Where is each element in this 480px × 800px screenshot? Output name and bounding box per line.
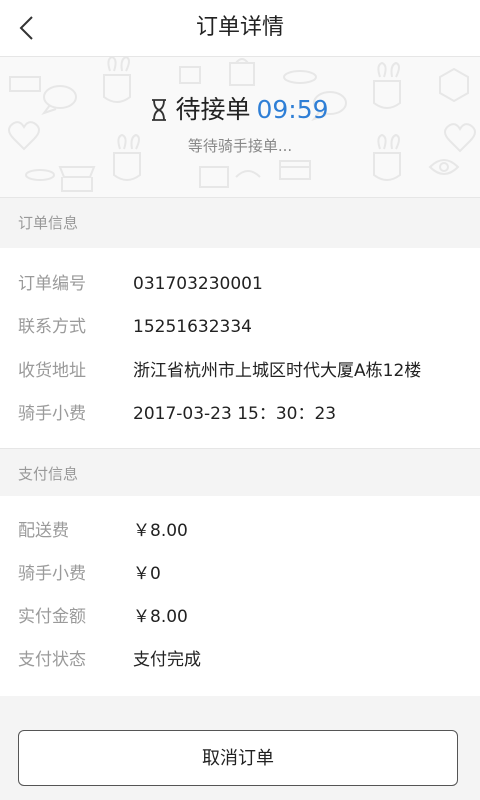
row-label: 骑手小费	[18, 564, 86, 584]
payment-status-row: 支付状态 支付完成	[0, 640, 480, 680]
nav-bar: 订单详情	[0, 0, 480, 57]
footer-actions: 取消订单	[0, 696, 480, 800]
rider-tip-time-row: 骑手小费 2017-03-23 15：30：23	[0, 394, 480, 434]
order-status: 待接单 09:59	[0, 91, 480, 127]
rider-tip-row: 骑手小费 ￥0	[0, 554, 480, 594]
row-value: ￥8.00	[133, 607, 188, 627]
delivery-fee-row: 配送费 ￥8.00	[0, 511, 480, 551]
status-subtitle: 等待骑手接单...	[187, 137, 293, 155]
countdown-timer: 09:59	[256, 95, 329, 124]
row-label: 订单编号	[18, 274, 86, 294]
order-number-row: 订单编号 031703230001	[0, 264, 480, 304]
page-title: 订单详情	[195, 15, 284, 40]
contact-row: 联系方式 15251632334	[0, 307, 480, 347]
order-info-header: 订单信息	[0, 197, 480, 249]
cancel-order-button[interactable]: 取消订单	[18, 730, 458, 786]
order-info-panel: 订单编号 031703230001 联系方式 15251632334 收货地址 …	[0, 248, 480, 448]
row-value: 2017-03-23 15：30：23	[133, 404, 337, 424]
row-label: 骑手小费	[18, 404, 86, 424]
section-title: 订单信息	[18, 214, 79, 232]
status-banner: 待接单 09:59 等待骑手接单...	[0, 57, 480, 197]
row-value: 浙江省杭州市上城区时代大厦A栋12楼	[133, 361, 422, 381]
row-value: ￥0	[133, 564, 161, 584]
row-label: 联系方式	[18, 317, 86, 337]
row-value: 031703230001	[133, 274, 263, 294]
hourglass-icon	[152, 99, 167, 121]
payment-info-panel: 配送费 ￥8.00 骑手小费 ￥0 实付金额 ￥8.00 支付状态 支付完成	[0, 496, 480, 696]
row-value: 15251632334	[133, 317, 252, 337]
row-value: 支付完成	[133, 650, 201, 670]
row-label: 支付状态	[18, 650, 86, 670]
row-label: 实付金额	[18, 607, 86, 627]
row-value: ￥8.00	[133, 521, 188, 541]
section-title: 支付信息	[18, 465, 79, 483]
row-label: 收货地址	[18, 361, 86, 381]
address-row: 收货地址 浙江省杭州市上城区时代大厦A栋12楼	[0, 351, 480, 391]
payment-info-header: 支付信息	[0, 448, 480, 500]
row-label: 配送费	[18, 521, 69, 541]
amount-paid-row: 实付金额 ￥8.00	[0, 597, 480, 637]
status-label: 待接单	[175, 95, 251, 124]
